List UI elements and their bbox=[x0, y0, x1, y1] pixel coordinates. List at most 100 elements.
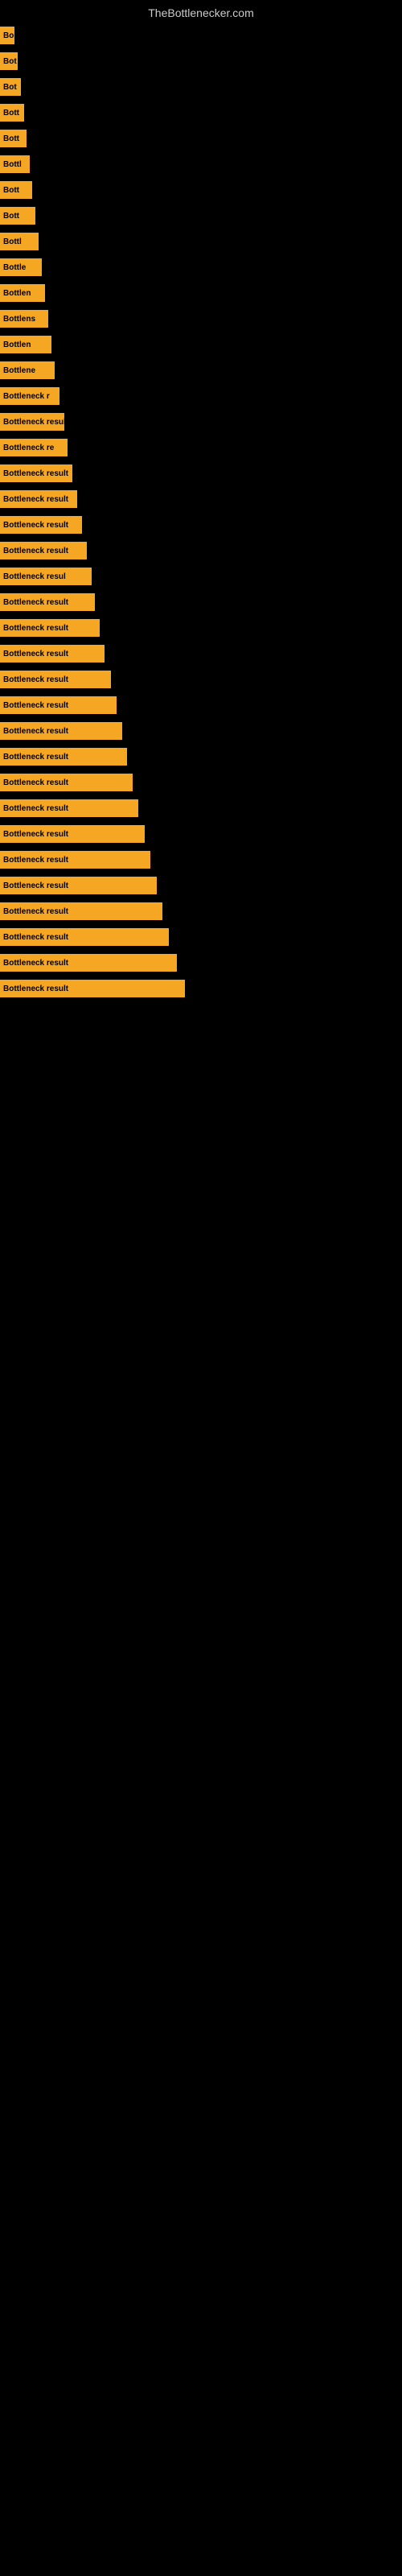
bar-label: Bot bbox=[3, 57, 17, 66]
bottleneck-bar: Bot bbox=[0, 78, 21, 96]
bar-label: Bottleneck result bbox=[3, 650, 68, 658]
bar-row: Bottlen bbox=[0, 333, 402, 356]
bottleneck-bar: Bottleneck resul bbox=[0, 568, 92, 585]
bar-row: Bottleneck result bbox=[0, 900, 402, 923]
bar-label: Bottl bbox=[3, 160, 22, 169]
bar-row: Bottleneck result bbox=[0, 591, 402, 613]
bar-label: Bottlene bbox=[3, 366, 35, 375]
bar-row: Bottlen bbox=[0, 282, 402, 304]
bottleneck-bar: Bottleneck result bbox=[0, 464, 72, 482]
bar-row: Bottleneck result bbox=[0, 462, 402, 485]
bottleneck-bar: Bottleneck result bbox=[0, 593, 95, 611]
bar-label: Bottleneck result bbox=[3, 675, 68, 684]
bar-row: Bottleneck result bbox=[0, 539, 402, 562]
bottleneck-bar: Bottleneck result bbox=[0, 928, 169, 946]
bars-container: Bo Bot Bot Bott Bott Bottl Bott Bott Bottl Bottle… bbox=[0, 24, 402, 1003]
bar-row: Bott bbox=[0, 127, 402, 150]
bottleneck-bar: Bottlen bbox=[0, 336, 51, 353]
bar-row: Bottlens bbox=[0, 308, 402, 330]
bar-row: Bottle bbox=[0, 256, 402, 279]
site-title: TheBottlenecker.com bbox=[0, 0, 402, 23]
bar-label: Bott bbox=[3, 134, 19, 143]
bar-label: Bottleneck result bbox=[3, 469, 68, 478]
bar-row: Bottleneck result bbox=[0, 668, 402, 691]
bar-label: Bottlen bbox=[3, 289, 31, 298]
bar-row: Bottleneck result bbox=[0, 952, 402, 974]
bar-row: Bott bbox=[0, 204, 402, 227]
bottleneck-bar: Bott bbox=[0, 130, 27, 147]
bar-label: Bottleneck result bbox=[3, 418, 64, 427]
bottleneck-bar: Bottleneck result bbox=[0, 954, 177, 972]
bar-label: Bott bbox=[3, 186, 19, 195]
bottleneck-bar: Bottleneck result bbox=[0, 774, 133, 791]
bar-row: Bottl bbox=[0, 153, 402, 175]
bar-label: Bottleneck result bbox=[3, 881, 68, 890]
bar-row: Bottlene bbox=[0, 359, 402, 382]
bottleneck-bar: Bott bbox=[0, 207, 35, 225]
bar-row: Bottleneck resul bbox=[0, 565, 402, 588]
bottleneck-bar: Bottleneck result bbox=[0, 542, 87, 559]
bar-label: Bottleneck re bbox=[3, 444, 54, 452]
bar-label: Bottl bbox=[3, 237, 22, 246]
bar-row: Bot bbox=[0, 50, 402, 72]
bottleneck-bar: Bottleneck result bbox=[0, 671, 111, 688]
bar-row: Bottleneck result bbox=[0, 514, 402, 536]
bottleneck-bar: Bottlens bbox=[0, 310, 48, 328]
bar-label: Bottleneck result bbox=[3, 907, 68, 916]
bottleneck-bar: Bo bbox=[0, 27, 14, 44]
bar-row: Bottleneck result bbox=[0, 642, 402, 665]
bar-label: Bot bbox=[3, 83, 17, 92]
bar-label: Bottleneck result bbox=[3, 521, 68, 530]
bar-label: Bottleneck result bbox=[3, 985, 68, 993]
bar-row: Bott bbox=[0, 101, 402, 124]
bar-label: Bottleneck resul bbox=[3, 572, 66, 581]
bar-row: Bot bbox=[0, 76, 402, 98]
bar-row: Bottleneck result bbox=[0, 745, 402, 768]
bar-row: Bottleneck result bbox=[0, 823, 402, 845]
bar-row: Bott bbox=[0, 179, 402, 201]
bar-row: Bottleneck result bbox=[0, 848, 402, 871]
bar-label: Bottleneck result bbox=[3, 727, 68, 736]
bar-label: Bottle bbox=[3, 263, 26, 272]
bottleneck-bar: Bottleneck result bbox=[0, 748, 127, 766]
bar-row: Bottleneck result bbox=[0, 617, 402, 639]
bottleneck-bar: Bottl bbox=[0, 233, 39, 250]
bar-label: Bottleneck result bbox=[3, 624, 68, 633]
bar-label: Bott bbox=[3, 212, 19, 221]
bar-label: Bottlen bbox=[3, 341, 31, 349]
bar-row: Bottleneck result bbox=[0, 874, 402, 897]
bottleneck-bar: Bottleneck result bbox=[0, 619, 100, 637]
bar-row: Bottleneck result bbox=[0, 411, 402, 433]
bar-label: Bott bbox=[3, 109, 19, 118]
bottleneck-bar: Bottleneck result bbox=[0, 980, 185, 997]
bottleneck-bar: Bottleneck result bbox=[0, 645, 105, 663]
bottleneck-bar: Bottleneck re bbox=[0, 439, 68, 456]
bottleneck-bar: Bottleneck result bbox=[0, 516, 82, 534]
bar-label: Bottleneck result bbox=[3, 933, 68, 942]
bar-label: Bottleneck result bbox=[3, 856, 68, 865]
bar-row: Bo bbox=[0, 24, 402, 47]
bar-row: Bottl bbox=[0, 230, 402, 253]
bar-label: Bottleneck result bbox=[3, 598, 68, 607]
bar-label: Bottleneck result bbox=[3, 778, 68, 787]
bar-label: Bottleneck result bbox=[3, 959, 68, 968]
bottleneck-bar: Bottleneck result bbox=[0, 877, 157, 894]
bar-row: Bottleneck result bbox=[0, 720, 402, 742]
bottleneck-bar: Bottleneck result bbox=[0, 799, 138, 817]
bottleneck-bar: Bot bbox=[0, 52, 18, 70]
bottleneck-bar: Bottleneck result bbox=[0, 902, 162, 920]
bar-label: Bottleneck result bbox=[3, 753, 68, 762]
bottleneck-bar: Bottleneck result bbox=[0, 825, 145, 843]
bottleneck-bar: Bottleneck r bbox=[0, 387, 59, 405]
bottleneck-bar: Bottleneck result bbox=[0, 722, 122, 740]
bottleneck-bar: Bottlen bbox=[0, 284, 45, 302]
bar-label: Bottlens bbox=[3, 315, 35, 324]
bar-label: Bottleneck r bbox=[3, 392, 50, 401]
bar-row: Bottleneck result bbox=[0, 488, 402, 510]
bar-row: Bottleneck result bbox=[0, 926, 402, 948]
bar-label: Bottleneck result bbox=[3, 495, 68, 504]
bottleneck-bar: Bott bbox=[0, 104, 24, 122]
bar-row: Bottleneck result bbox=[0, 797, 402, 819]
bottleneck-bar: Bottlene bbox=[0, 361, 55, 379]
bottleneck-bar: Bottleneck result bbox=[0, 851, 150, 869]
